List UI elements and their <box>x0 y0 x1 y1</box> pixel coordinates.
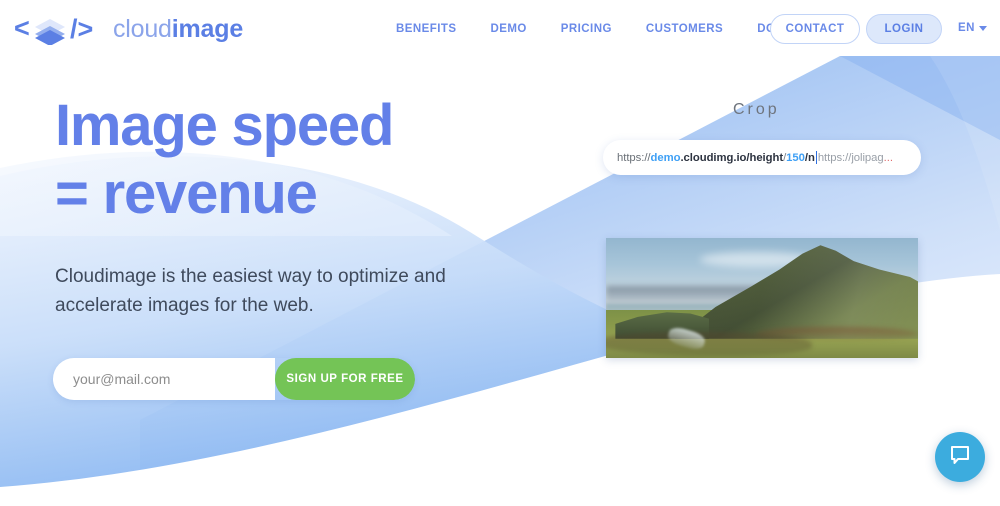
signup-button[interactable]: SIGN UP FOR FREE <box>275 358 415 400</box>
hero-subheadline: Cloudimage is the easiest way to optimiz… <box>55 265 446 317</box>
code-layers-icon: < /> <box>14 12 106 46</box>
nav-benefits[interactable]: BENEFITS <box>396 23 473 35</box>
nav-customers[interactable]: CUSTOMERS <box>629 23 740 35</box>
site-header: < /> cloudimage BENEFITS DEMO PRICING CU… <box>0 0 1000 58</box>
signup-form: SIGN UP FOR FREE <box>53 358 415 400</box>
language-selector[interactable]: EN <box>958 22 987 34</box>
chevron-down-icon <box>978 26 987 31</box>
logo[interactable]: < /> cloudimage <box>14 8 243 50</box>
url-param-value: 150 <box>786 151 805 164</box>
main-navigation: BENEFITS DEMO PRICING CUSTOMERS DOCS <box>396 0 809 58</box>
url-source: https://jolipag <box>817 151 884 164</box>
headline-line-1: Image speed <box>55 93 394 158</box>
language-label: EN <box>958 22 975 34</box>
demo-preview-image <box>606 238 918 358</box>
speech-bubble-icon <box>948 443 972 472</box>
url-domain: .cloudimg.io/ <box>680 151 750 164</box>
login-button[interactable]: LOGIN <box>866 14 942 44</box>
url-param-key: height <box>749 151 784 164</box>
nav-demo[interactable]: DEMO <box>473 23 543 35</box>
headline-line-2: = revenue <box>55 161 318 227</box>
url-ellipsis: ... <box>883 151 893 164</box>
url-protocol: https:// <box>617 151 651 164</box>
url-param-suffix: /n <box>804 151 815 164</box>
svg-text:<: < <box>14 13 30 43</box>
logo-wordmark: cloudimage <box>113 14 244 43</box>
crop-label: Crop <box>733 101 780 118</box>
hero-copy: Image speed = revenue Cloudimage is the … <box>55 92 525 321</box>
demo-url-text: https://demo .cloudimg.io/height/150/n htt… <box>617 151 893 164</box>
logo-word-cloud: cloud <box>113 14 172 43</box>
page-title: Image speed = revenue <box>55 92 525 229</box>
email-field[interactable] <box>53 358 275 400</box>
svg-text:/>: /> <box>70 14 93 44</box>
url-subdomain: demo <box>650 151 681 164</box>
text-cursor <box>815 151 817 164</box>
nav-pricing[interactable]: PRICING <box>544 23 629 35</box>
demo-url-bar[interactable]: https://demo .cloudimg.io/height/150/n htt… <box>603 140 921 175</box>
photo-field-shadow <box>606 331 812 356</box>
logo-word-image: image <box>171 14 244 43</box>
contact-button[interactable]: CONTACT <box>770 14 860 44</box>
chat-widget-button[interactable] <box>935 432 985 482</box>
